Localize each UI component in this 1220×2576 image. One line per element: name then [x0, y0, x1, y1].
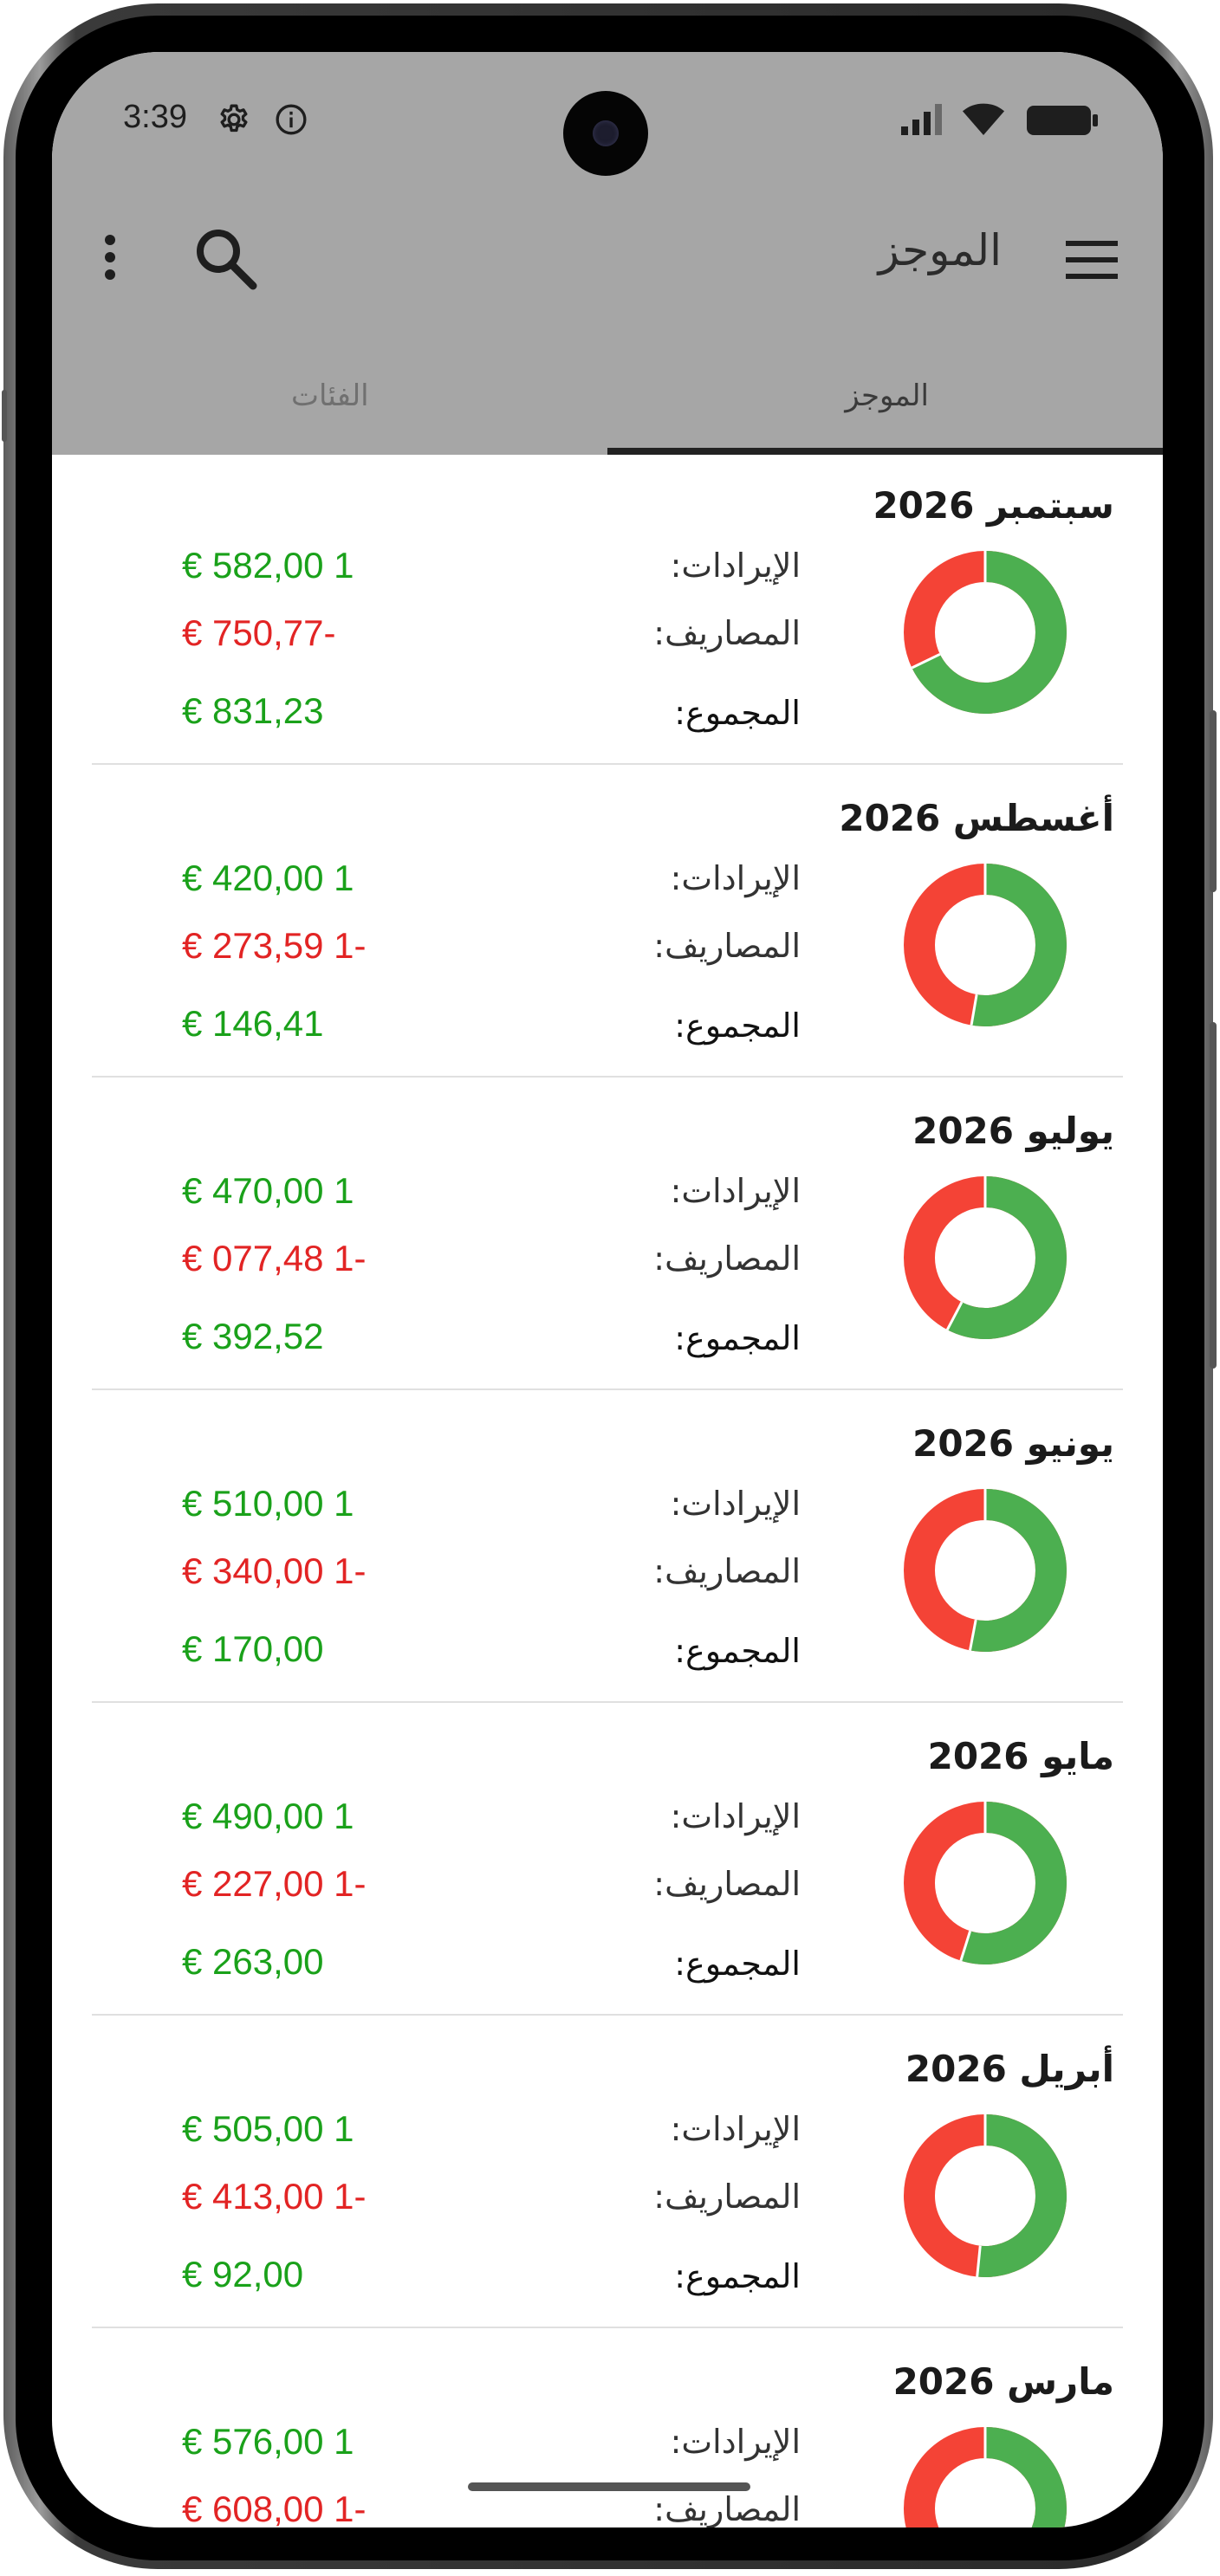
total-amount: 146,41 €	[182, 1003, 324, 1044]
total-label: المجموع:	[674, 1006, 801, 1045]
expenses-amount: -1 273,59 €	[182, 925, 367, 966]
wifi-icon	[962, 102, 1005, 140]
expenses-label: المصاريف:	[653, 1552, 801, 1590]
income-amount: 1 420,00 €	[182, 858, 354, 898]
card-divider	[92, 1076, 1123, 1078]
total-amount: 831,23 €	[182, 690, 324, 731]
page-title: الموجز	[878, 225, 1002, 275]
app-bar: 3:39 الموجز الموجز الفئات	[52, 52, 1163, 455]
home-indicator[interactable]	[468, 2482, 750, 2491]
status-time: 3:39	[123, 99, 187, 135]
tab-indicator	[607, 448, 1163, 455]
income-label: الإيرادات:	[670, 1485, 801, 1523]
month-title: مارس 2026	[892, 2360, 1114, 2403]
expenses-amount: -750,77 €	[182, 612, 336, 653]
more-options-icon[interactable]	[104, 234, 116, 284]
income-expense-donut	[904, 1802, 1067, 1964]
total-label: المجموع:	[674, 694, 801, 732]
month-title: سبتمبر 2026	[873, 484, 1114, 527]
month-title: يوليو 2026	[912, 1110, 1114, 1152]
power-button	[1210, 1022, 1217, 1369]
income-label: الإيرادات:	[670, 1172, 801, 1210]
income-expense-donut	[904, 551, 1067, 714]
camera-lens	[593, 120, 619, 146]
income-expense-donut	[904, 1489, 1067, 1652]
total-label: المجموع:	[674, 1632, 801, 1670]
card-divider	[92, 1701, 1123, 1703]
signal-icon	[901, 104, 944, 139]
income-expense-donut	[904, 2427, 1067, 2527]
income-amount: 1 505,00 €	[182, 2108, 354, 2149]
tab-categories[interactable]: الفئات	[291, 379, 369, 413]
expenses-amount: -1 227,00 €	[182, 1863, 367, 1904]
month-summary-card[interactable]: يونيو 2026 الإيرادات: 1 510,00 € المصاري…	[52, 1393, 1163, 1703]
expenses-label: المصاريف:	[653, 2490, 801, 2527]
month-title: مايو 2026	[927, 1735, 1114, 1777]
income-amount: 1 470,00 €	[182, 1170, 354, 1211]
side-button-left	[2, 390, 7, 442]
expenses-label: المصاريف:	[653, 1865, 801, 1903]
income-amount: 1 490,00 €	[182, 1796, 354, 1836]
total-label: المجموع:	[674, 1945, 801, 1983]
expenses-amount: -1 608,00 €	[182, 2489, 367, 2527]
total-amount: 263,00 €	[182, 1941, 324, 1982]
card-divider	[92, 2327, 1123, 2328]
total-amount: 392,52 €	[182, 1316, 324, 1356]
income-expense-donut	[904, 2114, 1067, 2277]
card-divider	[92, 2014, 1123, 2016]
month-summary-card[interactable]: أغسطس 2026 الإيرادات: 1 420,00 € المصاري…	[52, 767, 1163, 1078]
phone-frame: 3:39 الموجز الموجز الفئات سبتمبر 2026 ال…	[0, 0, 1220, 2576]
income-label: الإيرادات:	[670, 1797, 801, 1835]
total-label: المجموع:	[674, 2257, 801, 2295]
total-amount: 92,00 €	[182, 2254, 304, 2294]
expenses-amount: -1 077,48 €	[182, 1238, 367, 1278]
expenses-amount: -1 413,00 €	[182, 2176, 367, 2217]
expenses-amount: -1 340,00 €	[182, 1550, 367, 1591]
month-summary-card[interactable]: مارس 2026 الإيرادات: 1 576,00 € المصاريف…	[52, 2331, 1163, 2527]
expenses-label: المصاريف:	[653, 927, 801, 965]
income-label: الإيرادات:	[670, 859, 801, 897]
expenses-label: المصاريف:	[653, 2178, 801, 2216]
expenses-label: المصاريف:	[653, 614, 801, 652]
card-divider	[92, 763, 1123, 765]
income-amount: 1 576,00 €	[182, 2421, 354, 2462]
month-summary-card[interactable]: سبتمبر 2026 الإيرادات: 1 582,00 € المصار…	[52, 455, 1163, 765]
income-amount: 1 582,00 €	[182, 545, 354, 586]
total-amount: 170,00 €	[182, 1628, 324, 1669]
search-icon[interactable]	[192, 225, 258, 294]
month-title: يونيو 2026	[912, 1422, 1114, 1465]
total-label: المجموع:	[674, 1319, 801, 1357]
income-label: الإيرادات:	[670, 2423, 801, 2461]
income-label: الإيرادات:	[670, 547, 801, 585]
income-label: الإيرادات:	[670, 2110, 801, 2148]
tab-summary[interactable]: الموجز	[845, 379, 929, 413]
front-camera	[563, 91, 648, 176]
month-summary-card[interactable]: مايو 2026 الإيرادات: 1 490,00 € المصاريف…	[52, 1705, 1163, 2016]
screen: 3:39 الموجز الموجز الفئات سبتمبر 2026 ال…	[52, 52, 1163, 2527]
month-summary-card[interactable]: يوليو 2026 الإيرادات: 1 470,00 € المصاري…	[52, 1080, 1163, 1390]
expenses-label: المصاريف:	[653, 1239, 801, 1278]
battery-icon	[1026, 104, 1099, 140]
income-expense-donut	[904, 1176, 1067, 1339]
month-summary-card[interactable]: أبريل 2026 الإيرادات: 1 505,00 € المصاري…	[52, 2018, 1163, 2328]
income-expense-donut	[904, 864, 1067, 1026]
menu-icon[interactable]	[1066, 241, 1118, 282]
card-divider	[92, 1388, 1123, 1390]
income-amount: 1 510,00 €	[182, 1483, 354, 1524]
volume-up-button	[1210, 710, 1217, 892]
month-title: أغسطس 2026	[839, 797, 1114, 839]
info-icon	[274, 102, 308, 140]
settings-icon	[217, 102, 251, 140]
month-title: أبريل 2026	[905, 2048, 1114, 2090]
